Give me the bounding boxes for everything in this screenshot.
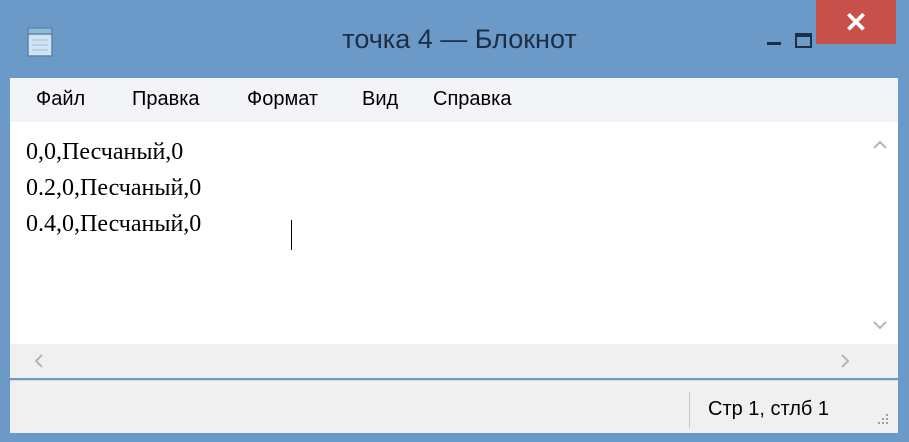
scrollbar-corner bbox=[862, 344, 898, 378]
editor-line: 0.2,0,Песчаный,0 bbox=[26, 175, 202, 201]
status-divider bbox=[689, 392, 690, 428]
menu-edit[interactable]: Правка bbox=[132, 88, 200, 111]
text-cursor bbox=[291, 220, 292, 250]
scroll-left-icon[interactable] bbox=[24, 344, 54, 378]
scroll-up-icon[interactable] bbox=[862, 130, 898, 160]
menu-format[interactable]: Формат bbox=[247, 88, 318, 111]
editor-text[interactable]: 0,0,Песчаный,0 0.2,0,Песчаный,0 0.4,0,Песч… bbox=[26, 134, 201, 242]
horizontal-scrollbar[interactable] bbox=[10, 344, 862, 378]
close-button[interactable]: ✕ bbox=[816, 0, 896, 44]
menu-view[interactable]: Вид bbox=[362, 88, 398, 111]
cursor-position: Стр 1, стлб 1 bbox=[708, 398, 830, 420]
resize-grip-icon[interactable] bbox=[876, 412, 890, 426]
editor-line: 0.4,0,Песчаный,0 bbox=[26, 211, 202, 237]
text-editor[interactable]: 0,0,Песчаный,0 0.2,0,Песчаный,0 0.4,0,Песч… bbox=[10, 122, 898, 344]
menu-file[interactable]: Файл bbox=[36, 88, 85, 111]
notepad-window: точка 4 — Блокнот ✕ Файл Правка Формат В… bbox=[0, 0, 909, 442]
title-bar[interactable]: точка 4 — Блокнот ✕ bbox=[0, 0, 909, 78]
editor-line: 0,0,Песчаный,0 bbox=[26, 139, 184, 165]
scroll-down-icon[interactable] bbox=[862, 310, 898, 340]
menu-help[interactable]: Справка bbox=[433, 88, 511, 111]
vertical-scrollbar[interactable] bbox=[862, 122, 898, 344]
menu-bar: Файл Правка Формат Вид Справка bbox=[10, 78, 898, 123]
close-icon[interactable]: ✕ bbox=[816, 6, 896, 39]
scroll-right-icon[interactable] bbox=[830, 344, 860, 378]
